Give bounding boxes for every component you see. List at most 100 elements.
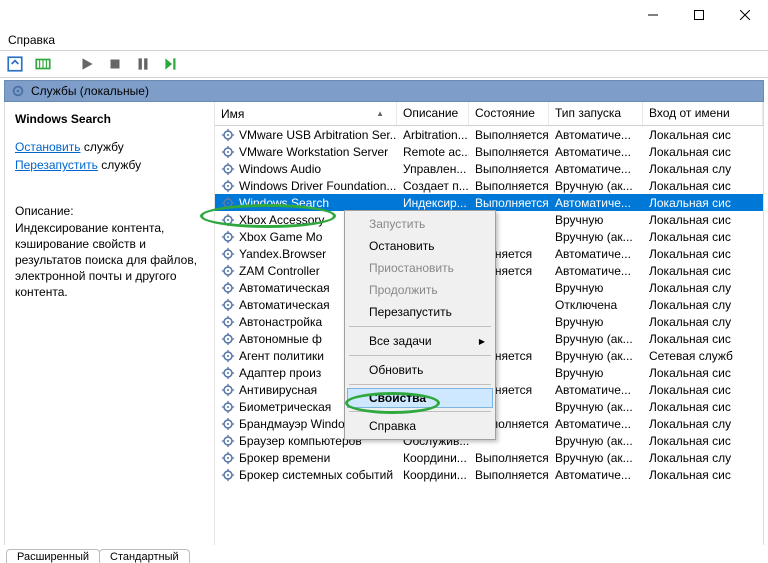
service-state: Выполняется — [469, 451, 549, 465]
service-start: Вручную — [549, 281, 643, 295]
service-logon: Локальная слу — [643, 315, 763, 329]
menu-help[interactable]: Справка — [8, 33, 55, 47]
service-desc: Координи... — [397, 451, 469, 465]
services-icon — [11, 84, 25, 98]
service-row[interactable]: Windows AudioУправлен...ВыполняетсяАвтом… — [215, 160, 763, 177]
gear-icon — [221, 451, 235, 465]
service-name: Адаптер произ — [239, 366, 321, 380]
restart-link[interactable]: Перезапустить — [15, 158, 98, 172]
service-name: Xbox Accessory — [239, 213, 324, 227]
tree-header: Службы (локальные) — [4, 80, 764, 102]
service-logon: Локальная сис — [643, 213, 763, 227]
tab-extended[interactable]: Расширенный — [6, 549, 100, 563]
ctx-all-tasks[interactable]: Все задачи▶ — [347, 330, 493, 352]
service-state: Выполняется — [469, 145, 549, 159]
gear-icon — [221, 162, 235, 176]
submenu-arrow-icon: ▶ — [479, 337, 485, 346]
ctx-pause[interactable]: Приостановить — [347, 257, 493, 279]
service-start: Автоматиче... — [549, 162, 643, 176]
refresh-icon[interactable] — [34, 55, 52, 73]
service-logon: Локальная сис — [643, 264, 763, 278]
service-start: Вручную (ак... — [549, 179, 643, 193]
service-start: Вручную (ак... — [549, 400, 643, 414]
service-row[interactable]: Брокер системных событийКоордини...Выпол… — [215, 466, 763, 483]
service-logon: Локальная сис — [643, 196, 763, 210]
ctx-refresh[interactable]: Обновить — [347, 359, 493, 381]
export-icon[interactable] — [6, 55, 24, 73]
ctx-stop[interactable]: Остановить — [347, 235, 493, 257]
service-row[interactable]: Windows SearchИндексир...ВыполняетсяАвто… — [215, 194, 763, 211]
col-start[interactable]: Тип запуска — [549, 102, 643, 125]
service-start: Автоматиче... — [549, 145, 643, 159]
gear-icon — [221, 298, 235, 312]
ctx-sep — [349, 355, 491, 356]
service-logon: Локальная сис — [643, 383, 763, 397]
gear-icon — [221, 417, 235, 431]
service-start: Автоматиче... — [549, 128, 643, 142]
stop-icon[interactable] — [106, 55, 124, 73]
service-row[interactable]: VMware Workstation ServerRemote ac...Вып… — [215, 143, 763, 160]
restart-icon[interactable] — [162, 55, 180, 73]
service-logon: Локальная сис — [643, 468, 763, 482]
ctx-properties[interactable]: Свойства — [347, 388, 493, 408]
col-logon[interactable]: Вход от имени — [643, 102, 763, 125]
service-logon: Локальная слу — [643, 298, 763, 312]
service-start: Автоматиче... — [549, 247, 643, 261]
gear-icon — [221, 145, 235, 159]
window-titlebar — [0, 0, 768, 30]
ctx-resume[interactable]: Продолжить — [347, 279, 493, 301]
service-start: Автоматиче... — [549, 196, 643, 210]
service-name: Биометрическая — [239, 400, 331, 414]
gear-icon — [221, 247, 235, 261]
service-name: Агент политики — [239, 349, 324, 363]
gear-icon — [221, 383, 235, 397]
ctx-start[interactable]: Запустить — [347, 213, 493, 235]
gear-icon — [221, 332, 235, 346]
tab-standard[interactable]: Стандартный — [99, 549, 190, 563]
col-name[interactable]: Имя ▲ — [215, 102, 397, 125]
close-button[interactable] — [722, 0, 768, 30]
service-state: Выполняется — [469, 468, 549, 482]
service-state: Выполняется — [469, 179, 549, 193]
maximize-button[interactable] — [676, 0, 722, 30]
toolbar — [0, 50, 768, 78]
gear-icon — [221, 315, 235, 329]
service-logon: Локальная сис — [643, 434, 763, 448]
service-state: Выполняется — [469, 128, 549, 142]
service-name: Автономные ф — [239, 332, 322, 346]
col-state[interactable]: Состояние — [469, 102, 549, 125]
service-row[interactable]: Брокер времениКоордини...ВыполняетсяВруч… — [215, 449, 763, 466]
stop-link[interactable]: Остановить — [15, 140, 81, 154]
tree-header-label: Службы (локальные) — [31, 84, 149, 98]
service-logon: Локальная сис — [643, 230, 763, 244]
ctx-sep — [349, 411, 491, 412]
gear-icon — [221, 179, 235, 193]
pause-icon[interactable] — [134, 55, 152, 73]
service-row[interactable]: VMware USB Arbitration Ser...Arbitration… — [215, 126, 763, 143]
ctx-restart[interactable]: Перезапустить — [347, 301, 493, 323]
ctx-sep — [349, 384, 491, 385]
ctx-help[interactable]: Справка — [347, 415, 493, 437]
service-logon: Локальная сис — [643, 145, 763, 159]
service-name: Windows Audio — [239, 162, 321, 176]
minimize-button[interactable] — [630, 0, 676, 30]
col-desc[interactable]: Описание — [397, 102, 469, 125]
service-start: Автоматиче... — [549, 468, 643, 482]
service-start: Вручную — [549, 366, 643, 380]
service-logon: Локальная слу — [643, 162, 763, 176]
service-desc: Индексир... — [397, 196, 469, 210]
service-logon: Локальная сис — [643, 366, 763, 380]
service-name: ZAM Controller — [239, 264, 320, 278]
desc-heading: Описание: — [15, 204, 204, 218]
play-icon[interactable] — [78, 55, 96, 73]
service-start: Отключена — [549, 298, 643, 312]
service-name: Автоматическая — [239, 298, 330, 312]
service-name: Автонастройка — [239, 315, 322, 329]
service-start: Вручную (ак... — [549, 230, 643, 244]
service-name: VMware Workstation Server — [239, 145, 388, 159]
context-menu: Запустить Остановить Приостановить Продо… — [344, 210, 496, 440]
service-name: Брокер системных событий — [239, 468, 393, 482]
gear-icon — [221, 264, 235, 278]
gear-icon — [221, 196, 235, 210]
service-row[interactable]: Windows Driver Foundation...Создает п...… — [215, 177, 763, 194]
